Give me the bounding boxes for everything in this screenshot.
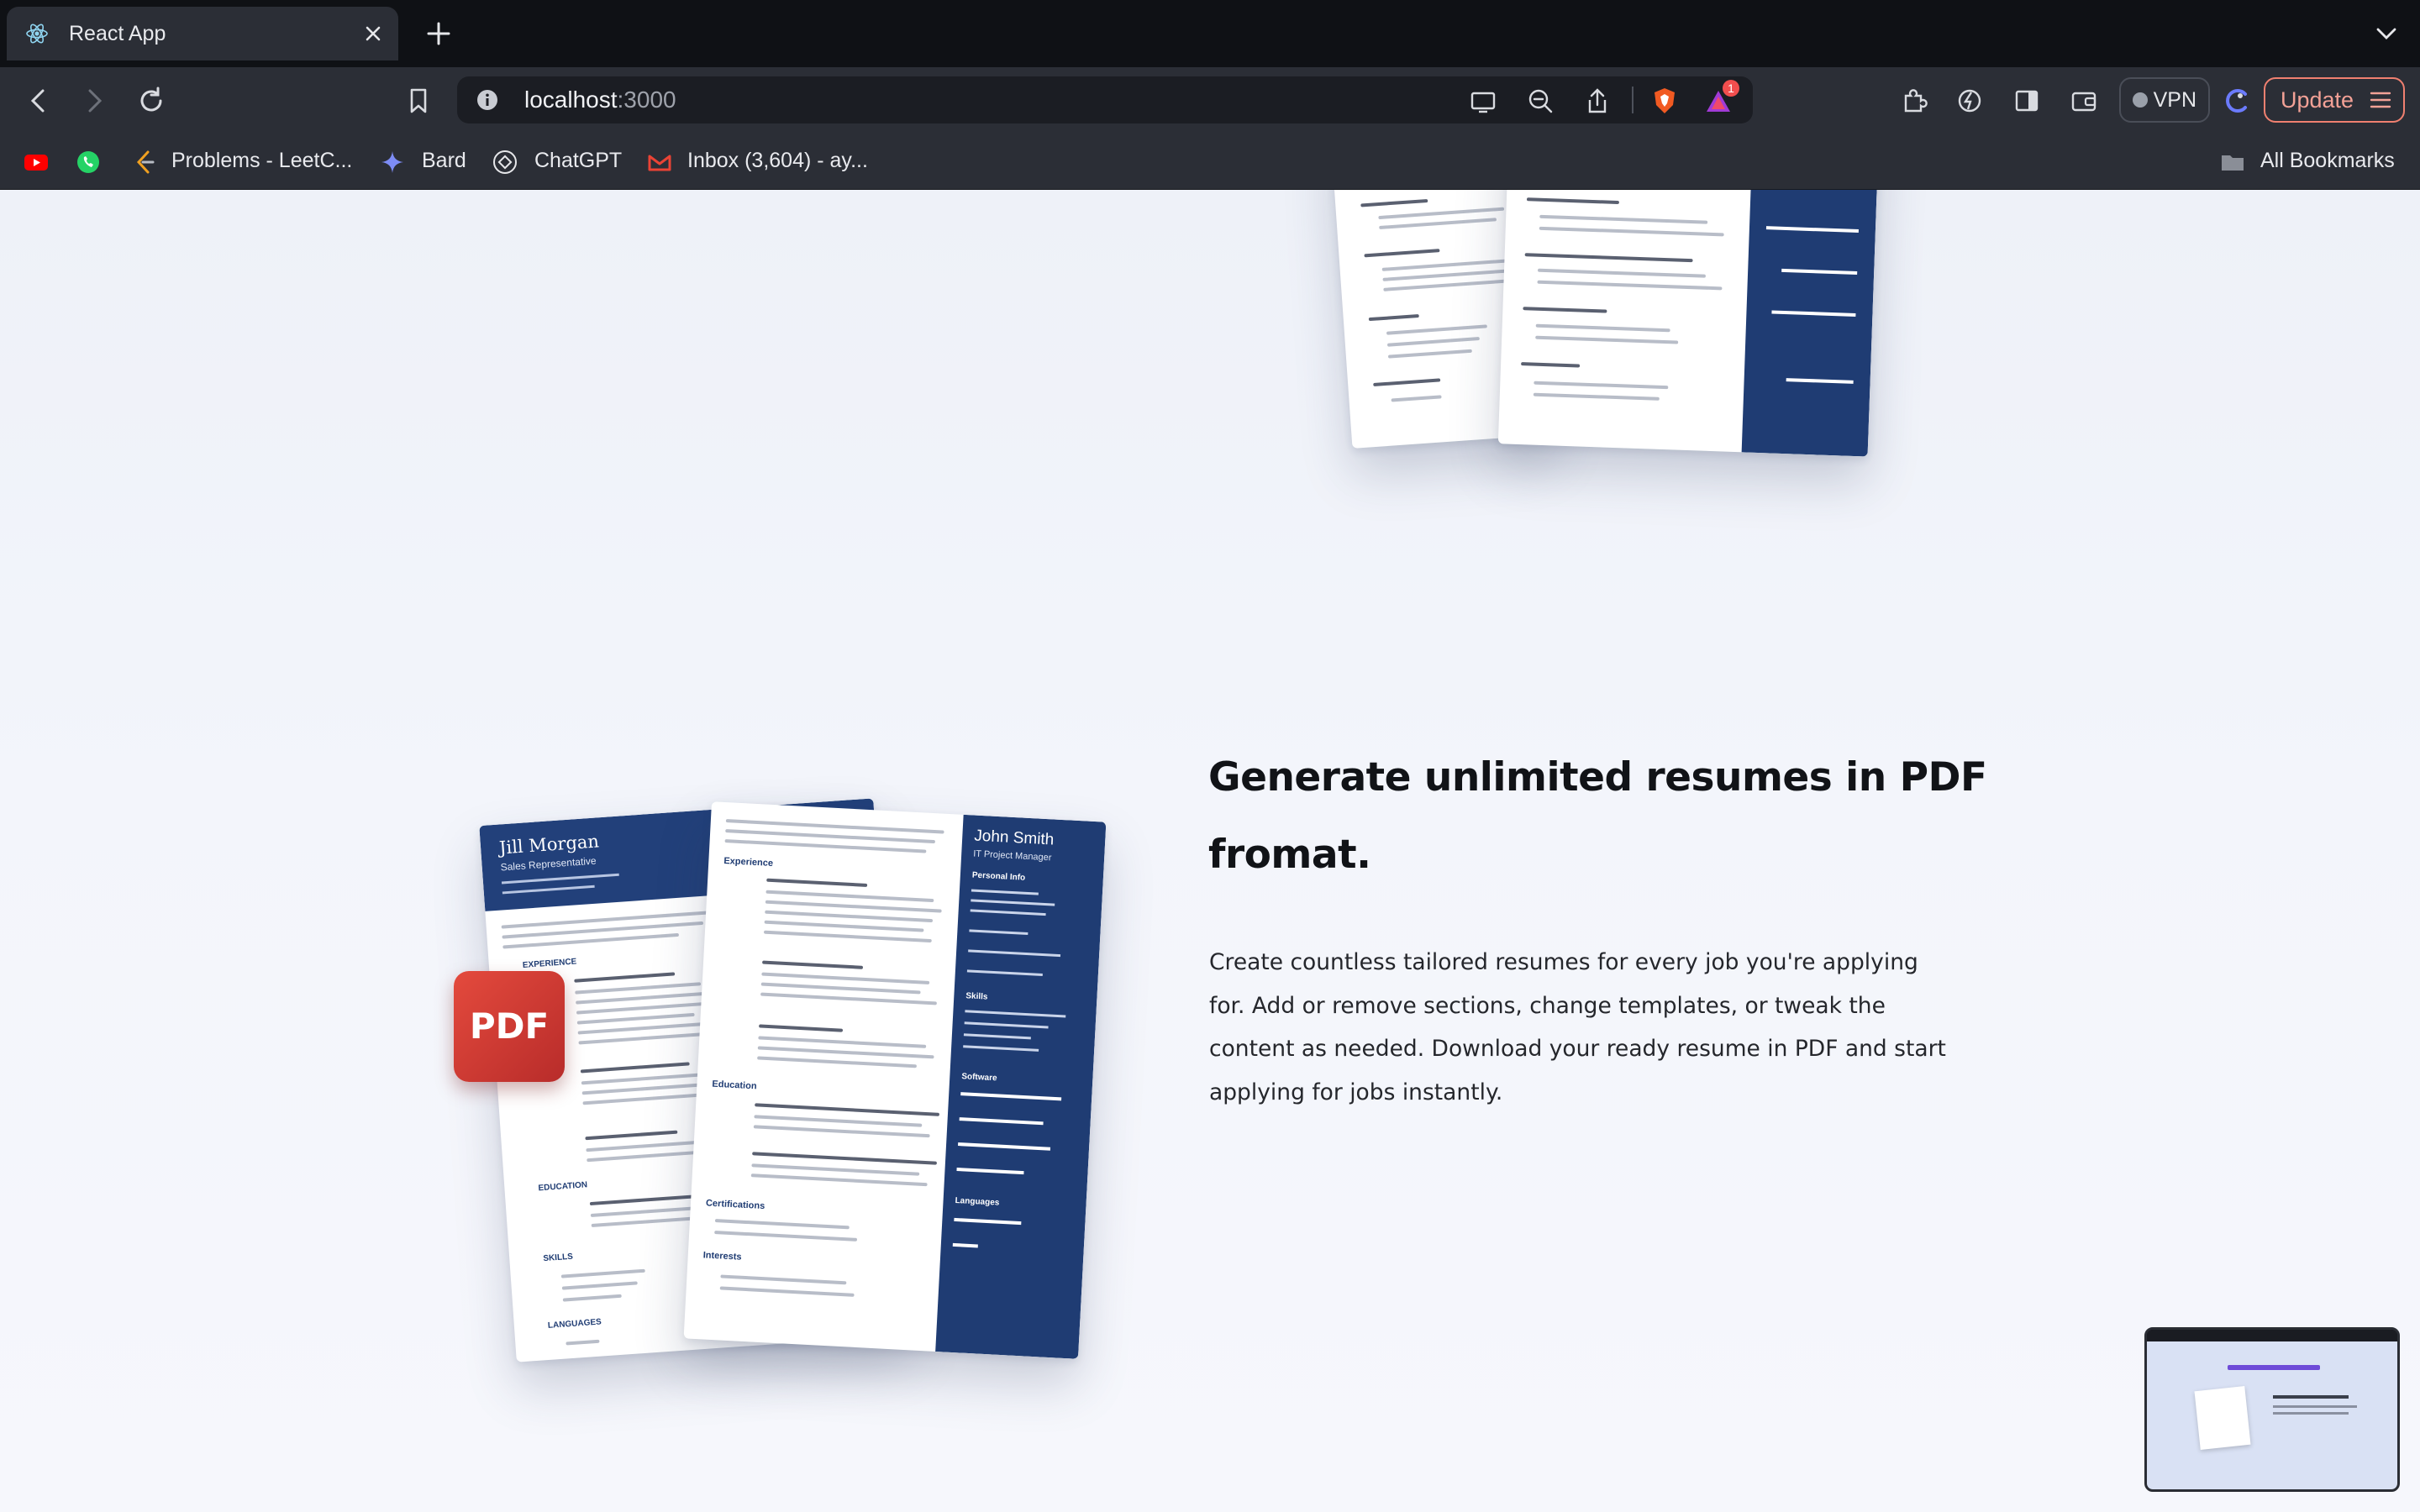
- feature-description: Create countless tailored resumes for ev…: [1209, 949, 1946, 1105]
- bookmark-chatgpt[interactable]: ChatGPT: [492, 134, 627, 190]
- sidebar-personal-info: Personal Info: [971, 870, 1026, 883]
- section-education: [1364, 249, 1440, 258]
- bookmark-label: Bard: [422, 149, 466, 172]
- sidebar-software: Software: [961, 1072, 997, 1084]
- section-languages: LANGUAGES: [547, 1317, 602, 1331]
- leetcode-icon: [136, 150, 155, 174]
- section-interests: Interests: [702, 1250, 742, 1263]
- gmail-icon: [648, 155, 671, 171]
- leo-ai-icon[interactable]: [1953, 84, 1986, 118]
- all-bookmarks-button[interactable]: All Bookmarks: [2220, 134, 2405, 190]
- update-button[interactable]: Update: [2264, 77, 2405, 123]
- sidebar-languages: Languages: [955, 1195, 1000, 1208]
- all-bookmarks-label: All Bookmarks: [2260, 149, 2395, 172]
- vpn-button[interactable]: VPN: [2119, 77, 2210, 123]
- vpn-label: VPN: [2153, 88, 2196, 112]
- bookmark-label: Inbox (3,604) - ay...: [687, 149, 868, 172]
- menu-icon: [2370, 92, 2391, 108]
- bookmark-label: ChatGPT: [534, 149, 623, 172]
- section-skills: [1368, 314, 1419, 322]
- section-education: Education: [712, 1079, 757, 1092]
- section-languages: [1373, 378, 1441, 386]
- tab-strip: React App: [0, 0, 2420, 67]
- section-certifications: Certifications: [705, 1198, 765, 1212]
- youtube-icon: [24, 155, 48, 171]
- sidebar-skills: Skills: [965, 991, 988, 1002]
- feature-headline: Generate unlimited resumes in PDF fromat…: [1208, 754, 1987, 878]
- url-divider: [1632, 87, 1634, 113]
- wallet-icon[interactable]: [2067, 84, 2101, 118]
- vpn-status-icon: [2133, 92, 2148, 108]
- url-host: localhost: [524, 87, 618, 113]
- profile-icon[interactable]: [2220, 84, 2254, 118]
- chatgpt-icon: [493, 150, 517, 174]
- react-icon: [26, 24, 48, 44]
- update-label: Update: [2281, 87, 2354, 113]
- chevron-down-icon[interactable]: [2375, 24, 2398, 44]
- notification-badge: 1: [1723, 80, 1739, 97]
- sidebar-toggle-icon[interactable]: [2010, 84, 2044, 118]
- page-content: Jill Morgan Sales Representative EXPERIE…: [0, 190, 2420, 1512]
- resume-preview-front-top: [1497, 190, 1881, 457]
- share-icon[interactable]: [1583, 87, 1612, 115]
- pdf-icon: PDF: [454, 971, 565, 1082]
- section-experience: Experience: [723, 855, 774, 869]
- resume-preview-john-smith: John Smith IT Project Manager Personal I…: [683, 801, 1107, 1359]
- reload-icon[interactable]: [134, 84, 168, 118]
- bard-icon: [381, 151, 403, 173]
- bookmarks-bar: Problems - LeetC... Bard ChatGPT Inbox (…: [0, 134, 2420, 190]
- resume-name: Jill Morgan: [498, 831, 600, 858]
- zoom-out-icon[interactable]: [1526, 87, 1555, 115]
- bookmark-gmail[interactable]: Inbox (3,604) - ay...: [647, 134, 891, 190]
- browser-tab[interactable]: React App: [7, 7, 398, 60]
- bookmark-leetcode[interactable]: Problems - LeetC...: [133, 134, 360, 190]
- tab-title: React App: [69, 22, 166, 45]
- back-icon[interactable]: [22, 84, 55, 118]
- cast-icon[interactable]: [1469, 87, 1497, 115]
- picture-in-picture-preview[interactable]: [2144, 1327, 2400, 1492]
- resume-role: IT Project Manager: [972, 848, 1052, 864]
- address-bar[interactable]: localhost:3000 1: [457, 76, 1753, 123]
- bookmark-whatsapp[interactable]: [76, 134, 104, 190]
- resume-role: Sales Representative: [500, 854, 597, 874]
- forward-icon[interactable]: [77, 84, 111, 118]
- info-icon[interactable]: [476, 88, 499, 112]
- whatsapp-icon: [77, 151, 99, 173]
- extensions-icon[interactable]: [1897, 84, 1931, 118]
- url-text[interactable]: localhost:3000: [524, 76, 676, 123]
- folder-icon: [2222, 155, 2244, 171]
- bookmark-icon[interactable]: [402, 84, 435, 118]
- section-experience: EXPERIENCE: [522, 957, 577, 970]
- bookmark-youtube[interactable]: [24, 134, 52, 190]
- brave-shields-icon[interactable]: [1650, 87, 1679, 115]
- section-skills: SKILLS: [543, 1252, 574, 1264]
- bookmark-label: Problems - LeetC...: [171, 149, 353, 172]
- new-tab-icon[interactable]: [424, 18, 454, 49]
- close-icon[interactable]: [363, 24, 383, 44]
- bookmark-bard[interactable]: Bard: [380, 134, 472, 190]
- resume-name: John Smith: [973, 827, 1055, 849]
- section-education: EDUCATION: [538, 1180, 588, 1194]
- url-port: :3000: [617, 87, 676, 113]
